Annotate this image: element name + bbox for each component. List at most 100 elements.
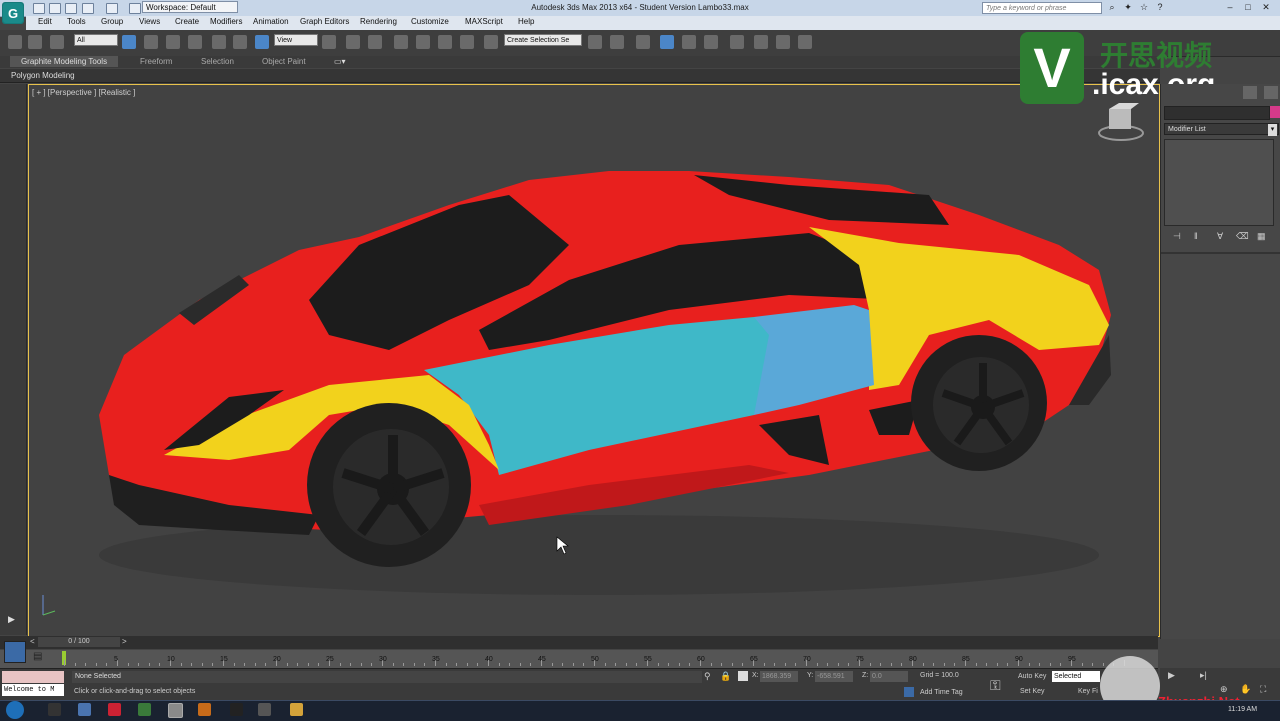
angle-snap-icon[interactable] [416,35,430,49]
perspective-viewport[interactable]: [ + ] [Perspective ] [Realistic ] [28,84,1160,637]
window-crossing-icon[interactable] [188,35,202,49]
link-icon[interactable] [8,35,22,49]
named-selection-sets-dropdown[interactable]: Create Selection Se [504,34,582,46]
absolute-mode-icon[interactable] [738,671,748,681]
save-file-icon[interactable] [65,3,77,14]
y-coordinate-field[interactable]: -658.591 [815,671,853,682]
utilities-tab-icon[interactable] [1243,86,1257,99]
chrome-icon[interactable] [108,703,121,716]
open-file-icon[interactable] [49,3,61,14]
set-key-button[interactable]: Set Key [1020,688,1045,695]
configure-modifier-sets-icon[interactable]: ▦ [1257,231,1266,242]
add-time-tag[interactable]: Add Time Tag [920,689,963,696]
select-object-icon[interactable] [122,35,136,49]
help-icon[interactable]: ? [1152,1,1168,14]
auto-key-button[interactable]: Auto Key [1018,673,1046,680]
maxscript-listener-top[interactable] [2,671,64,683]
orbit-icon[interactable]: ✋ [1240,684,1251,695]
select-scale-icon[interactable] [255,35,269,49]
graphite-toggle-icon[interactable] [660,35,674,49]
set-key-icon[interactable]: ⚿ [990,677,1001,694]
select-by-name-icon[interactable] [144,35,158,49]
workspace-dropdown[interactable]: Workspace: Default [142,1,238,13]
edit-named-selection-icon[interactable] [484,35,498,49]
maximize-button[interactable]: □ [1240,1,1256,14]
binoculars-icon[interactable]: ⌕ [1104,1,1120,14]
time-slider-next-icon[interactable]: > [122,637,127,646]
app-menu-button[interactable]: G [2,2,24,24]
menu-modifiers[interactable]: Modifiers [210,17,242,26]
tab-selection[interactable]: Selection [201,57,234,66]
tab-object-paint[interactable]: Object Paint [262,57,306,66]
key-filters-button[interactable]: Key Fi [1078,688,1098,695]
frame-counter[interactable]: 0 / 100 [38,637,120,647]
key-mode-dropdown[interactable]: Selected [1052,671,1100,682]
align-icon[interactable] [610,35,624,49]
illustrator-icon[interactable] [198,703,211,716]
minimize-button[interactable]: – [1222,1,1238,14]
3dsmax-taskbar-icon[interactable] [168,703,183,718]
render-setup-icon[interactable] [754,35,768,49]
make-unique-icon[interactable]: ∀ [1217,231,1223,242]
rendered-frame-window-icon[interactable] [776,35,790,49]
explorer-icon[interactable] [78,703,91,716]
pin-stack-icon[interactable]: ⊣ [1173,231,1181,242]
time-slider-prev-icon[interactable]: < [30,637,35,646]
communication-icon[interactable]: ✦ [1120,1,1136,14]
menu-create[interactable]: Create [175,17,199,26]
menu-help[interactable]: Help [518,17,534,26]
layer-manager-icon[interactable] [636,35,650,49]
tab-freeform[interactable]: Freeform [140,57,172,66]
rect-selection-icon[interactable] [166,35,180,49]
modifier-list-dropdown[interactable]: Modifier List ▾ [1164,123,1279,136]
app-icon[interactable] [138,703,151,716]
tab-graphite-modeling-tools[interactable]: Graphite Modeling Tools [10,56,118,67]
reference-coordinate-dropdown[interactable]: View [274,34,318,46]
menu-tools[interactable]: Tools [67,17,86,26]
unlink-icon[interactable] [28,35,42,49]
time-slider[interactable]: < 0 / 100 > [0,636,1158,649]
lamborghini-car-model[interactable] [29,85,1159,636]
object-name-field[interactable] [1164,106,1270,120]
modifier-stack[interactable] [1164,139,1274,226]
menu-rendering[interactable]: Rendering [360,17,397,26]
folder-icon[interactable] [290,703,303,716]
material-editor-icon[interactable] [730,35,744,49]
search-input[interactable]: Type a keyword or phrase [982,2,1102,14]
select-rotate-icon[interactable] [233,35,247,49]
show-desktop-icon[interactable] [48,703,61,716]
x-coordinate-field[interactable]: 1868.359 [760,671,798,682]
pivot-center-icon[interactable] [322,35,336,49]
selection-filter-dropdown[interactable]: All [74,34,118,46]
recorder-icon[interactable] [258,703,271,716]
pin-icon[interactable]: ⚲ [704,671,711,682]
close-button[interactable]: ✕ [1258,1,1274,14]
maximize-viewport-icon[interactable]: ⛶ [1260,684,1266,695]
curve-editor-icon[interactable] [682,35,696,49]
object-color-swatch[interactable] [1270,106,1280,118]
menu-group[interactable]: Group [101,17,123,26]
maxscript-listener[interactable]: Welcome to M [2,684,64,696]
remove-modifier-icon[interactable]: ⌫ [1236,231,1249,242]
bind-spacewarp-icon[interactable] [50,35,64,49]
snaps-toggle-icon[interactable] [394,35,408,49]
mini-curve-editor-icon[interactable] [4,641,26,663]
select-move-icon[interactable] [212,35,226,49]
mirror-icon[interactable] [588,35,602,49]
menu-maxscript[interactable]: MAXScript [465,17,503,26]
favorites-icon[interactable]: ☆ [1136,1,1152,14]
menu-customize[interactable]: Customize [411,17,449,26]
track-filter-icon[interactable]: ▤ [33,651,42,662]
play-icon[interactable]: ▶ [1168,670,1175,681]
ribbon-options-icon[interactable]: ▭▾ [334,57,346,66]
show-end-result-icon[interactable]: ‖ [1194,231,1198,241]
expand-arrow-icon[interactable]: ▶ [8,614,15,625]
terminal-icon[interactable] [230,703,243,716]
menu-graph-editors[interactable]: Graph Editors [300,17,349,26]
polygon-modeling-label[interactable]: Polygon Modeling [11,71,75,80]
wrench-tab-icon[interactable] [1264,86,1278,99]
lock-selection-icon[interactable]: 🔒 [720,671,731,682]
menu-animation[interactable]: Animation [253,17,289,26]
select-manipulate-icon[interactable] [346,35,360,49]
menu-edit[interactable]: Edit [38,17,52,26]
